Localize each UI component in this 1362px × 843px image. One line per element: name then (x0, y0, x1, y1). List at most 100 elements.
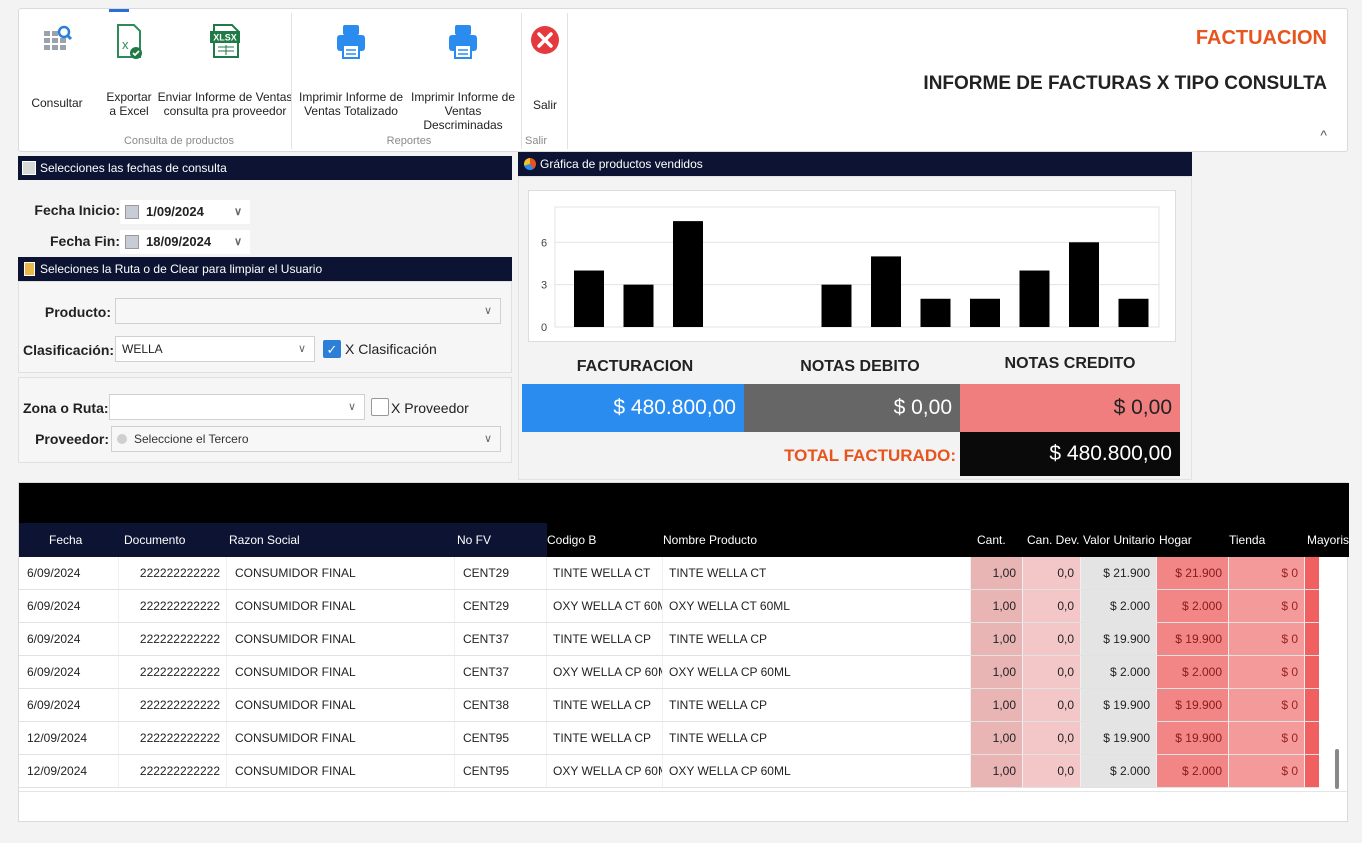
svg-text:x: x (122, 37, 129, 52)
x-clasificacion-checkbox[interactable]: ✓ (323, 340, 341, 358)
chart-bar[interactable] (1069, 242, 1099, 327)
chart-bar[interactable] (821, 284, 852, 327)
table-row[interactable]: 12/09/2024 222222222222 CONSUMIDOR FINAL CE… (19, 722, 1319, 755)
enviar-label-2: consulta pra proveedor (163, 104, 287, 118)
chart-bar[interactable] (673, 221, 703, 327)
salir-button[interactable]: Salir (525, 23, 565, 112)
table-cell-mayoris (1305, 557, 1319, 589)
table-cell: $ 2.000 (1157, 656, 1229, 688)
chart-bar[interactable] (1118, 298, 1149, 327)
table-cell: 0,0 (1023, 722, 1081, 754)
table-row[interactable]: 6/09/2024 222222222222 CONSUMIDOR FINAL CEN… (19, 656, 1319, 689)
table-row[interactable]: 6/09/2024 222222222222 CONSUMIDOR FINAL CEN… (19, 623, 1319, 656)
clasificacion-value: WELLA (122, 342, 163, 356)
table-cell: $ 0 (1229, 590, 1305, 622)
dates-panel: Fecha Inicio: 1/09/2024 ∨ Fecha Fin: 18/… (18, 180, 512, 256)
table-cell: OXY WELLA CP 60ML (663, 755, 971, 787)
column-header[interactable]: Nombre Producto (663, 533, 757, 547)
table-cell: TINTE WELLA CT (663, 557, 971, 589)
chart-bar[interactable] (871, 256, 901, 327)
column-header[interactable]: Cant. (977, 533, 1006, 547)
table-cell: 222222222222 (119, 590, 227, 622)
consultar-button[interactable]: Consultar (27, 23, 87, 110)
route-panel-bottom: Zona o Ruta: ∨ X Proveedor Proveedor: Se… (18, 377, 512, 463)
table-cell: $ 19.900 (1081, 623, 1157, 655)
chart-bar[interactable] (920, 298, 951, 327)
column-header[interactable]: Codigo B (547, 533, 596, 547)
pie-chart-icon (524, 158, 536, 170)
table-cell: 222222222222 (119, 623, 227, 655)
column-header[interactable]: Hogar (1159, 533, 1192, 547)
producto-select[interactable]: ∨ (115, 298, 501, 324)
vertical-scrollbar[interactable] (1335, 749, 1339, 789)
table-row[interactable]: 6/09/2024 222222222222 CONSUMIDOR FINAL CEN… (19, 689, 1319, 722)
excel-export-icon: x (117, 24, 142, 59)
column-header[interactable]: Razon Social (229, 533, 300, 547)
column-header[interactable]: Fecha (49, 533, 82, 547)
chart-bar[interactable] (1019, 270, 1050, 327)
table-cell: $ 0 (1229, 623, 1305, 655)
fecha-inicio-picker[interactable]: 1/09/2024 ∨ (120, 200, 250, 224)
sales-bar-chart: 0 3 6 (541, 206, 1160, 334)
exportar-label-1: Exportar (106, 90, 152, 104)
printer-icon (449, 25, 477, 59)
chart-bar[interactable] (623, 284, 654, 327)
column-header[interactable]: Tienda (1229, 533, 1265, 547)
imprimir-totalizado-button[interactable]: Imprimir Informe de Ventas Totalizado (295, 23, 407, 118)
table-cell: TINTE WELLA CT (547, 557, 663, 589)
chevron-down-icon: ∨ (297, 343, 306, 355)
table-cell: TINTE WELLA CP (547, 689, 663, 721)
proveedor-label: Proveedor: (35, 431, 109, 447)
chart-bar[interactable] (970, 298, 1000, 327)
column-header[interactable]: No FV (457, 533, 491, 547)
table-row[interactable]: 12/09/2024 222222222222 CONSUMIDOR FINAL CE… (19, 755, 1319, 788)
table-cell: 222222222222 (119, 689, 227, 721)
table-cell: 12/09/2024 (21, 722, 119, 754)
table-cell: CONSUMIDOR FINAL (229, 722, 455, 754)
x-proveedor-label: X Proveedor (391, 400, 469, 416)
table-cell: 1,00 (971, 722, 1023, 754)
chart-bar[interactable] (574, 270, 604, 327)
table-cell: 1,00 (971, 557, 1023, 589)
table-cell: TINTE WELLA CP (663, 689, 971, 721)
table-cell: $ 0 (1229, 557, 1305, 589)
grid-search-icon (44, 25, 73, 50)
column-header[interactable]: Documento (124, 533, 185, 547)
table-cell: OXY WELLA CP 60ML (663, 656, 971, 688)
table-cell: $ 2.000 (1157, 590, 1229, 622)
table-cell: 0,0 (1023, 590, 1081, 622)
column-header[interactable]: Mayoris (1307, 533, 1349, 547)
chevron-down-icon: ∨ (233, 236, 242, 248)
proveedor-select[interactable]: Seleccione el Tercero ∨ (111, 426, 501, 452)
table-cell: 1,00 (971, 623, 1023, 655)
table-cell: TINTE WELLA CP (547, 623, 663, 655)
x-proveedor-checkbox[interactable] (371, 398, 389, 416)
table-row[interactable]: 6/09/2024 222222222222 CONSUMIDOR FINAL CEN… (19, 557, 1319, 590)
column-header[interactable]: Can. Dev. (1027, 533, 1079, 547)
user-icon (117, 434, 127, 444)
zona-select[interactable]: ∨ (109, 394, 365, 420)
imprimir-descriminadas-button[interactable]: Imprimir Informe de Ventas Descriminadas (405, 23, 521, 132)
table-cell-mayoris (1305, 623, 1319, 655)
fecha-inicio-value: 1/09/2024 (146, 204, 204, 219)
enviar-informe-button[interactable]: XLSX Enviar Informe de Ventas consulta p… (157, 23, 293, 118)
table-cell: $ 2.000 (1081, 656, 1157, 688)
ribbon-active-tab-indicator (109, 9, 129, 12)
producto-label: Producto: (44, 304, 111, 320)
fecha-fin-picker[interactable]: 18/09/2024 ∨ (120, 230, 250, 254)
chevron-down-icon: ∨ (347, 401, 356, 413)
table-cell: 222222222222 (119, 722, 227, 754)
fecha-fin-label: Fecha Fin: (49, 233, 120, 249)
column-header[interactable]: Valor Unitario (1083, 533, 1155, 547)
table-footer-divider (19, 791, 1349, 792)
table-cell-mayoris (1305, 590, 1319, 622)
table-header: Fecha Documento Razon Social No FV Codigo B N… (19, 483, 1349, 557)
exportar-excel-button[interactable]: x Exportar a Excel (101, 23, 157, 118)
clasificacion-select[interactable]: WELLA ∨ (115, 336, 315, 362)
collapse-ribbon-button[interactable]: ^ (1320, 127, 1327, 143)
table-row[interactable]: 6/09/2024 222222222222 CONSUMIDOR FINAL CEN… (19, 590, 1319, 623)
ribbon-separator (521, 13, 522, 149)
table-cell: 0,0 (1023, 656, 1081, 688)
dates-panel-title: Selecciones las fechas de consulta (40, 161, 227, 175)
table-cell: 0,0 (1023, 755, 1081, 787)
